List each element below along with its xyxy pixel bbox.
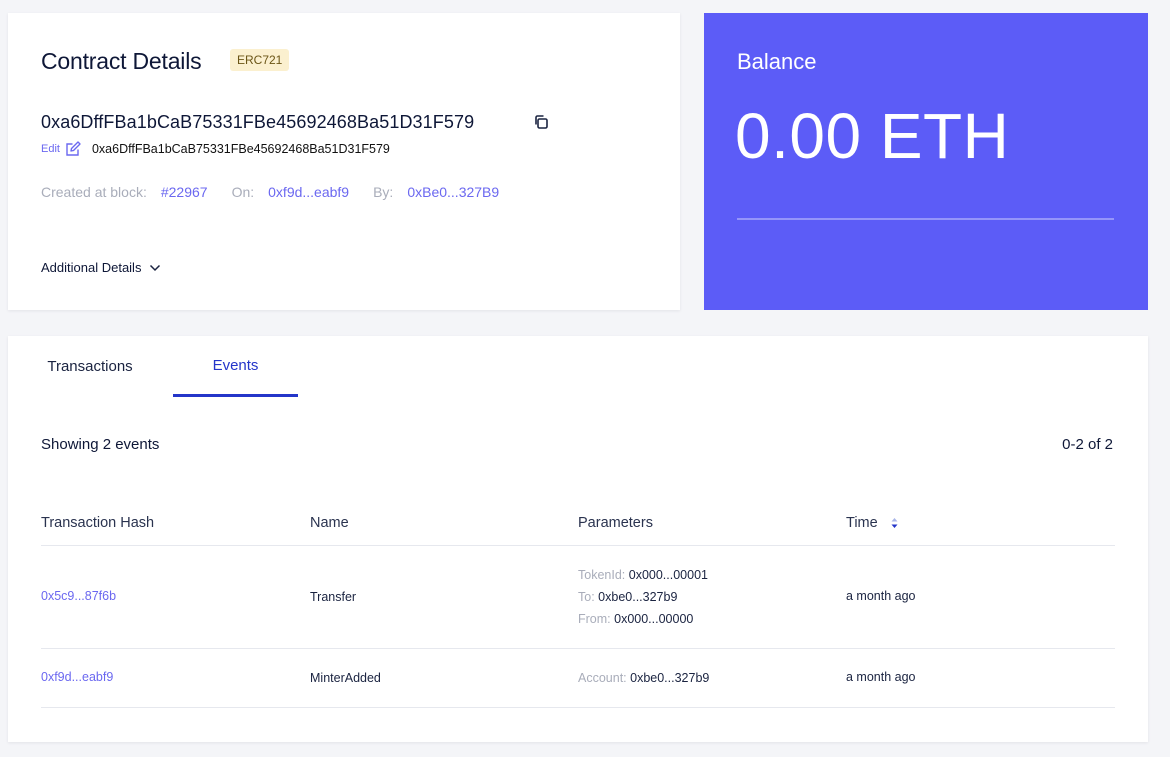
edit-icon[interactable] — [64, 140, 82, 158]
column-header-parameters: Parameters — [578, 515, 653, 531]
chevron-down-icon — [150, 264, 161, 271]
contract-address: 0xa6DffFBa1bCaB75331FBe45692468Ba51D31F5… — [41, 112, 475, 132]
event-parameters: Account: 0xbe0...327b9 — [578, 667, 709, 689]
parameter-line: Account: 0xbe0...327b9 — [578, 667, 709, 689]
contract-address-label: 0xa6DffFBa1bCaB75331FBe45692468Ba51D31F5… — [91, 142, 390, 156]
additional-details-toggle[interactable]: Additional Details — [41, 260, 161, 275]
event-name: Transfer — [310, 590, 357, 604]
parameter-key: TokenId: — [578, 568, 626, 582]
additional-details-label: Additional Details — [41, 260, 142, 275]
parameter-line: From: 0x000...00000 — [578, 608, 708, 630]
event-time: a month ago — [846, 670, 916, 684]
tab-bar: Transactions Events — [8, 336, 1148, 398]
contract-details-card: Contract Details ERC721 0xa6DffFBa1bCaB7… — [8, 13, 680, 310]
edit-address-row: Edit 0xa6DffFBa1bCaB75331FBe45692468Ba51… — [41, 140, 390, 158]
created-block-label: Created at block: — [41, 184, 147, 200]
event-name: MinterAdded — [310, 671, 381, 685]
event-parameters: TokenId: 0x000...00001 To: 0xbe0...327b9… — [578, 564, 708, 630]
tab-transactions[interactable]: Transactions — [28, 336, 152, 397]
creator-link[interactable]: 0xBe0...327B9 — [407, 184, 499, 200]
events-count: Showing 2 events — [41, 436, 160, 453]
parameter-line: To: 0xbe0...327b9 — [578, 586, 708, 608]
parameter-key: Account: — [578, 671, 627, 685]
balance-label: Balance — [737, 49, 817, 74]
parameter-line: TokenId: 0x000...00001 — [578, 564, 708, 586]
events-table: Transaction Hash Name Parameters Time 0x… — [41, 508, 1115, 708]
by-label: By: — [373, 184, 394, 200]
pagination-info: 0-2 of 2 — [1062, 436, 1113, 453]
parameter-value: 0xbe0...327b9 — [598, 590, 678, 604]
copy-icon[interactable] — [533, 114, 549, 130]
table-row: 0x5c9...87f6b Transfer TokenId: 0x000...… — [41, 546, 1115, 649]
event-time: a month ago — [846, 589, 916, 603]
column-header-time: Time — [846, 515, 899, 531]
parameter-key: To: — [578, 590, 595, 604]
sort-icon[interactable] — [890, 516, 899, 530]
parameter-key: From: — [578, 612, 611, 626]
column-header-time-label: Time — [846, 515, 878, 531]
parameter-value: 0x000...00000 — [614, 612, 694, 626]
parameter-value: 0x000...00001 — [628, 568, 708, 582]
table-row: 0xf9d...eabf9 MinterAdded Account: 0xbe0… — [41, 649, 1115, 708]
column-header-hash: Transaction Hash — [41, 515, 155, 531]
parameter-value: 0xbe0...327b9 — [630, 671, 710, 685]
created-block-link[interactable]: #22967 — [161, 184, 208, 200]
transaction-hash-link[interactable]: 0xf9d...eabf9 — [41, 670, 113, 684]
creation-tx-link[interactable]: 0xf9d...eabf9 — [268, 184, 349, 200]
balance-card: Balance 0.00 ETH — [704, 13, 1148, 310]
table-header: Transaction Hash Name Parameters Time — [41, 508, 1115, 546]
balance-divider — [737, 218, 1114, 220]
token-standard-badge: ERC721 — [230, 49, 290, 71]
transaction-hash-link[interactable]: 0x5c9...87f6b — [41, 589, 116, 603]
tab-events[interactable]: Events — [173, 336, 298, 397]
activity-card: Transactions Events Showing 2 events 0-2… — [8, 336, 1148, 742]
on-label: On: — [231, 184, 255, 200]
balance-value: 0.00 ETH — [735, 100, 1010, 172]
creation-info: Created at block: #22967 On: 0xf9d...eab… — [41, 184, 499, 200]
edit-link[interactable]: Edit — [41, 143, 60, 155]
page-title: Contract Details — [41, 48, 202, 74]
column-header-name: Name — [310, 515, 349, 531]
